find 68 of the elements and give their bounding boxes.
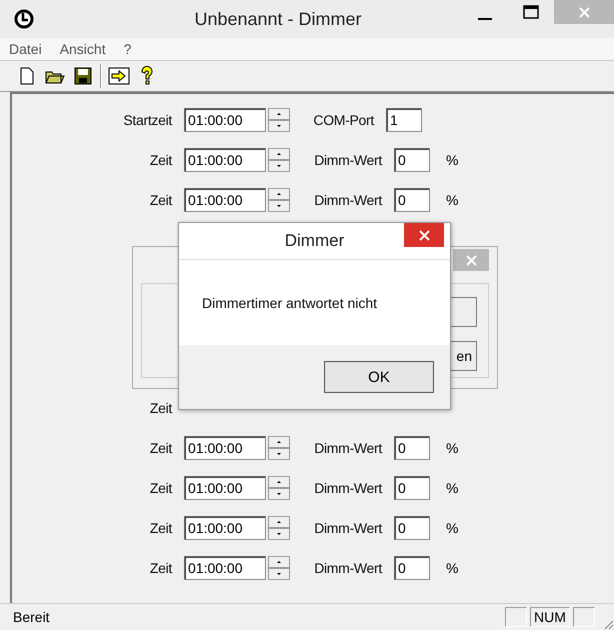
spin-buttons[interactable] [268, 476, 290, 500]
close-button[interactable] [404, 223, 444, 247]
percent-unit: % [446, 560, 460, 576]
spin-buttons[interactable] [268, 108, 290, 132]
spin-buttons[interactable] [268, 556, 290, 580]
time-label: Zeit [148, 480, 172, 496]
dim-value-field[interactable]: 0 [394, 476, 430, 500]
window-title: Unbenannt - Dimmer [193, 8, 363, 30]
dim-value-field[interactable]: 0 [394, 436, 430, 460]
percent-unit: % [446, 440, 460, 456]
start-time-label: Startzeit [122, 112, 172, 128]
time-label: Zeit [148, 400, 172, 416]
spin-buttons[interactable] [268, 436, 290, 460]
percent-unit: % [446, 192, 460, 208]
time-field[interactable]: 01:00:00 [184, 516, 266, 540]
time-field[interactable]: 01:00:00 [184, 188, 266, 212]
resize-grip-icon[interactable] [602, 618, 614, 630]
dim-value-field[interactable]: 0 [394, 516, 430, 540]
percent-unit: % [446, 520, 460, 536]
menu-item[interactable]: ? [114, 41, 140, 57]
status-pane [505, 607, 527, 627]
time-field[interactable]: 01:00:00 [184, 476, 266, 500]
close-icon [418, 230, 430, 240]
dialog-button[interactable]: en [450, 341, 477, 371]
time-label: Zeit [148, 520, 172, 536]
maximize-icon [523, 5, 539, 19]
percent-unit: % [446, 152, 460, 168]
dim-value-field[interactable]: 0 [394, 556, 430, 580]
num-lock-indicator: NUM [530, 607, 570, 627]
message-text: Dimmertimer antwortet nicht [202, 294, 378, 310]
spin-buttons[interactable] [268, 188, 290, 212]
dialog-title: Dimmer [284, 231, 344, 251]
new-file-icon [20, 67, 34, 85]
time-field[interactable]: 01:00:00 [184, 436, 266, 460]
time-label: Zeit [148, 440, 172, 456]
close-icon [578, 6, 590, 18]
time-label: Zeit [148, 560, 172, 576]
menu-item[interactable]: Ansicht [50, 41, 115, 57]
close-icon [466, 254, 476, 266]
ok-button[interactable]: OK [324, 361, 434, 393]
dialog-button[interactable] [450, 297, 477, 327]
time-field[interactable]: 01:00:00 [184, 148, 266, 172]
time-field[interactable]: 01:00:00 [184, 556, 266, 580]
percent-unit: % [446, 480, 460, 496]
time-field[interactable]: 01:00:00 [184, 108, 266, 132]
spin-buttons[interactable] [268, 516, 290, 540]
spin-buttons[interactable] [268, 148, 290, 172]
dim-value-label: Dimm-Wert [313, 440, 382, 456]
toolbar-button[interactable] [108, 65, 130, 87]
menu-item[interactable]: Datei [0, 41, 51, 57]
dim-value-label: Dimm-Wert [313, 480, 382, 496]
close-button[interactable] [453, 249, 489, 271]
dim-value-field[interactable]: 0 [394, 148, 430, 172]
com-port-field[interactable]: 1 [386, 108, 422, 132]
dim-value-label: Dimm-Wert [313, 192, 382, 208]
status-pane [573, 607, 595, 627]
clock-icon [14, 9, 34, 29]
time-label: Zeit [148, 192, 172, 208]
dim-value-field[interactable]: 0 [394, 188, 430, 212]
time-label: Zeit [148, 152, 172, 168]
help-icon [140, 66, 154, 86]
minimize-icon [478, 18, 492, 20]
toolbar-button[interactable] [72, 65, 94, 87]
dim-value-label: Dimm-Wert [313, 152, 382, 168]
status-text: Bereit [13, 609, 51, 625]
dim-value-label: Dimm-Wert [313, 560, 382, 576]
com-port-label: COM-Port [312, 112, 374, 128]
dim-value-label: Dimm-Wert [313, 520, 382, 536]
